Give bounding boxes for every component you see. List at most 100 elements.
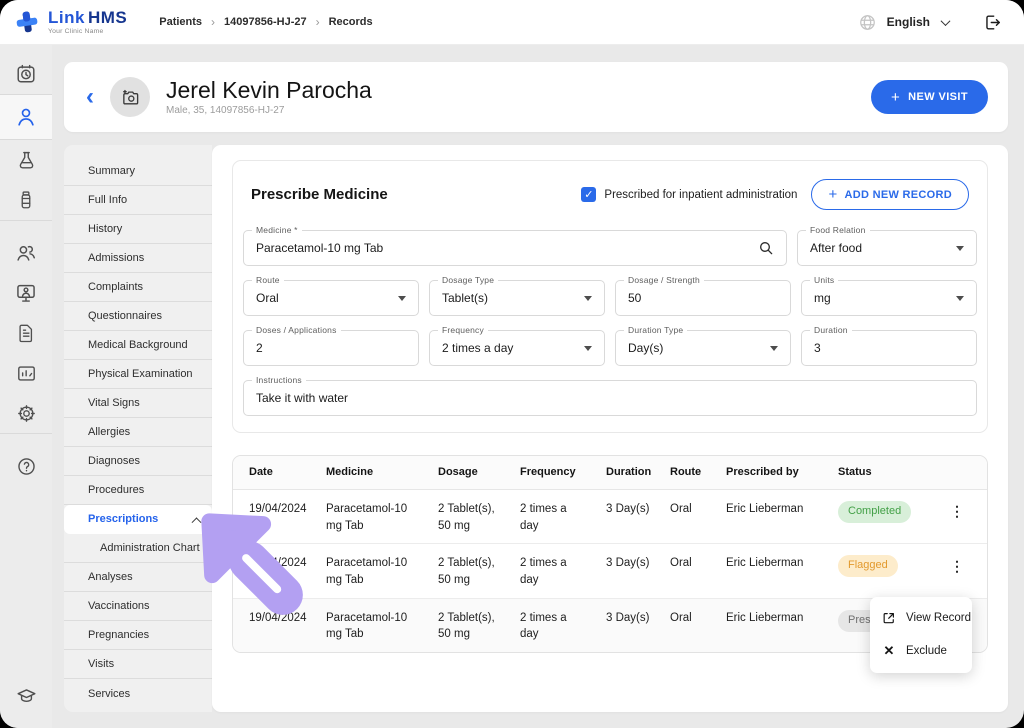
sidebar-item-vital-signs[interactable]: Vital Signs xyxy=(64,389,212,418)
add-new-record-button[interactable]: + ADD NEW RECORD xyxy=(811,179,969,210)
food-relation-select[interactable]: Food Relation After food xyxy=(797,230,977,266)
language-selector-label[interactable]: English xyxy=(887,15,930,29)
cell-dosage: 2 Tablet(s), 50 mg xyxy=(438,599,520,652)
logout-button[interactable] xyxy=(983,13,1002,32)
cell-prescribed-by: Eric Lieberman xyxy=(726,490,838,527)
doses-applications-input[interactable]: Doses / Applications 2 xyxy=(243,330,419,366)
dosage-strength-input[interactable]: Dosage / Strength 50 xyxy=(615,280,791,316)
breadcrumb-patients[interactable]: Patients xyxy=(159,16,202,28)
table-row: 19/04/2024Paracetamol-10 mg Tab2 Tablet(… xyxy=(233,544,987,598)
table-header-row: DateMedicineDosageFrequencyDurationRoute… xyxy=(233,456,987,490)
rail-telehealth-button[interactable] xyxy=(0,273,52,313)
doses-value: 2 xyxy=(256,341,263,355)
logo-text: LinkHMS Your Clinic Name xyxy=(48,9,127,35)
top-bar: LinkHMS Your Clinic Name Patients › 1409… xyxy=(0,0,1024,45)
rail-schedule-button[interactable] xyxy=(0,54,52,94)
rail-education-button[interactable] xyxy=(0,676,52,716)
column-header-dosage: Dosage xyxy=(438,456,520,489)
breadcrumb-separator-icon: › xyxy=(211,15,215,29)
app-logo[interactable]: LinkHMS Your Clinic Name xyxy=(14,9,127,35)
frequency-label: Frequency xyxy=(438,325,488,335)
breadcrumb-separator-icon: › xyxy=(316,15,320,29)
sidebar-item-label: Full Info xyxy=(88,194,127,206)
sidebar-item-diagnoses[interactable]: Diagnoses xyxy=(64,447,212,476)
route-label: Route xyxy=(252,275,284,285)
dosage-type-value: Tablet(s) xyxy=(442,291,488,305)
main-area: ‹ Jerel Kevin Parocha Male, 35, 14097856… xyxy=(52,45,1024,728)
sidebar-item-history[interactable]: History xyxy=(64,215,212,244)
duration-input[interactable]: Duration 3 xyxy=(801,330,977,366)
search-icon[interactable] xyxy=(758,240,774,256)
menu-item-label: View Record xyxy=(906,612,971,624)
chevron-down-icon[interactable] xyxy=(941,16,951,26)
rail-help-button[interactable] xyxy=(0,446,52,486)
sidebar-item-label: Physical Examination xyxy=(88,368,193,380)
add-photo-camera-icon xyxy=(121,88,140,107)
dosage-type-label: Dosage Type xyxy=(438,275,498,285)
menu-item-exclude[interactable]: ✕ Exclude xyxy=(870,634,972,668)
chevron-up-icon xyxy=(192,517,202,527)
sidebar-item-vaccinations[interactable]: Vaccinations xyxy=(64,592,212,621)
sidebar-item-medical-background[interactable]: Medical Background xyxy=(64,331,212,360)
sidebar-item-pregnancies[interactable]: Pregnancies xyxy=(64,621,212,650)
dosage-type-select[interactable]: Dosage Type Tablet(s) xyxy=(429,280,605,316)
medicine-field[interactable]: Medicine * Paracetamol-10 mg Tab xyxy=(243,230,787,266)
sidebar-item-procedures[interactable]: Procedures xyxy=(64,476,212,505)
rail-lab-button[interactable] xyxy=(0,140,52,180)
rail-dashboard-button[interactable] xyxy=(0,353,52,393)
records-content: Prescribe Medicine ✓ Prescribed for inpa… xyxy=(212,145,1008,712)
breadcrumb-patient-id[interactable]: 14097856-HJ-27 xyxy=(224,16,307,28)
sidebar-item-administration-chart[interactable]: Administration Chart xyxy=(64,534,212,563)
cell-duration: 3 Day(s) xyxy=(606,544,670,581)
duration-type-select[interactable]: Duration Type Day(s) xyxy=(615,330,791,366)
sidebar-item-full-info[interactable]: Full Info xyxy=(64,186,212,215)
back-button[interactable]: ‹ xyxy=(86,85,94,109)
rail-settings-button[interactable] xyxy=(0,393,52,433)
duration-type-value: Day(s) xyxy=(628,341,663,355)
sidebar-item-analyses[interactable]: Analyses xyxy=(64,563,212,592)
graduation-cap-icon xyxy=(16,686,37,707)
caret-down-icon xyxy=(956,296,964,301)
rail-patients-button[interactable] xyxy=(0,95,52,139)
cell-prescribed-by: Eric Lieberman xyxy=(726,599,838,636)
cell-route: Oral xyxy=(670,599,726,636)
new-visit-label: NEW VISIT xyxy=(908,91,968,103)
rail-documents-button[interactable] xyxy=(0,313,52,353)
sidebar-item-prescriptions[interactable]: Prescriptions xyxy=(64,505,212,534)
row-context-menu: View Record ✕ Exclude xyxy=(870,597,972,673)
new-visit-button[interactable]: + NEW VISIT xyxy=(871,80,988,114)
caret-down-icon xyxy=(584,346,592,351)
logo-title-part2: HMS xyxy=(88,8,127,27)
units-select[interactable]: Units mg xyxy=(801,280,977,316)
sidebar-item-label: Allergies xyxy=(88,426,130,438)
caret-down-icon xyxy=(770,346,778,351)
sidebar-item-complaints[interactable]: Complaints xyxy=(64,273,212,302)
sidebar-item-allergies[interactable]: Allergies xyxy=(64,418,212,447)
rail-staff-button[interactable] xyxy=(0,233,52,273)
frequency-select[interactable]: Frequency 2 times a day xyxy=(429,330,605,366)
instructions-input[interactable]: Instructions Take it with water xyxy=(243,380,977,416)
inpatient-checkbox[interactable]: ✓ xyxy=(581,187,596,202)
duration-label: Duration xyxy=(810,325,852,335)
row-menu-button[interactable]: ⋮ xyxy=(943,552,971,580)
sidebar-item-label: Questionnaires xyxy=(88,310,162,322)
sidebar-item-label: Analyses xyxy=(88,571,133,583)
sidebar-item-admissions[interactable]: Admissions xyxy=(64,244,212,273)
rail-divider xyxy=(0,220,52,221)
sidebar-item-summary[interactable]: Summary xyxy=(64,157,212,186)
sidebar-item-label: Pregnancies xyxy=(88,629,149,641)
menu-item-view-record[interactable]: View Record xyxy=(870,602,972,634)
close-icon: ✕ xyxy=(884,643,895,659)
breadcrumb-records: Records xyxy=(329,16,373,28)
sidebar-item-physical-examination[interactable]: Physical Examination xyxy=(64,360,212,389)
rail-pharmacy-button[interactable] xyxy=(0,180,52,220)
people-group-icon xyxy=(15,242,37,264)
sidebar-item-label: Administration Chart xyxy=(100,542,200,554)
patient-name: Jerel Kevin Parocha xyxy=(166,78,372,103)
row-menu-button[interactable]: ⋮ xyxy=(943,498,971,526)
sidebar-item-services[interactable]: Services xyxy=(64,679,212,708)
sidebar-item-visits[interactable]: Visits xyxy=(64,650,212,679)
route-select[interactable]: Route Oral xyxy=(243,280,419,316)
patient-avatar[interactable] xyxy=(110,77,150,117)
sidebar-item-questionnaires[interactable]: Questionnaires xyxy=(64,302,212,331)
